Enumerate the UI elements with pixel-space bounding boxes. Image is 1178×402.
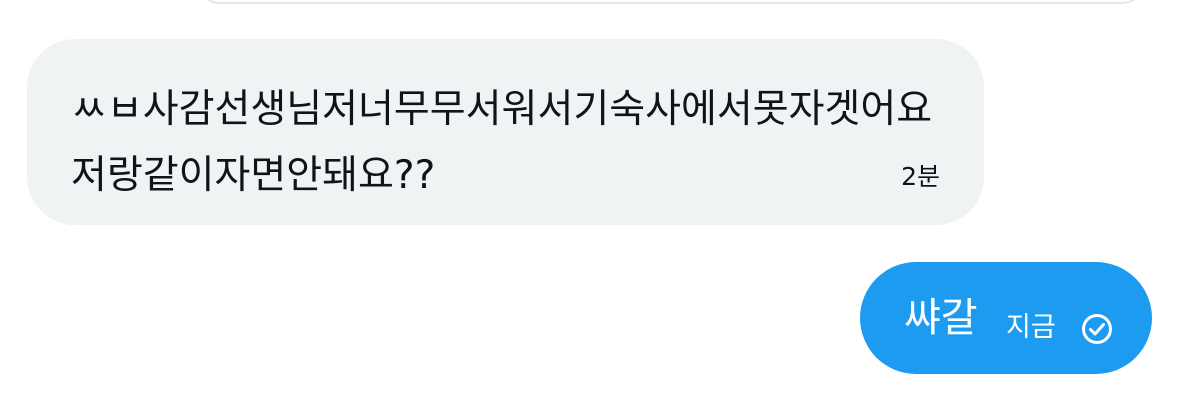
previous-message-bubble[interactable] (196, 0, 1146, 4)
dm-conversation: ㅆㅂ사감선생님저너무무서워서기숙사에서못자겟어요저랑같이자면안돼요?? 2분 쌰… (0, 0, 1178, 402)
outgoing-message-bubble[interactable]: 쌰갈 지금 (860, 262, 1152, 374)
outgoing-message-text: 쌰갈 (904, 295, 978, 341)
outgoing-message-timestamp: 지금 (1006, 312, 1056, 343)
incoming-message-text: ㅆㅂ사감선생님저너무무서워서기숙사에서못자겟어요저랑같이자면안돼요?? (71, 87, 933, 198)
incoming-message-bubble[interactable]: ㅆㅂ사감선생님저너무무서워서기숙사에서못자겟어요저랑같이자면안돼요?? 2분 (27, 39, 984, 225)
incoming-message-timestamp: 2분 (901, 162, 940, 191)
check-circle-icon (1082, 314, 1112, 344)
